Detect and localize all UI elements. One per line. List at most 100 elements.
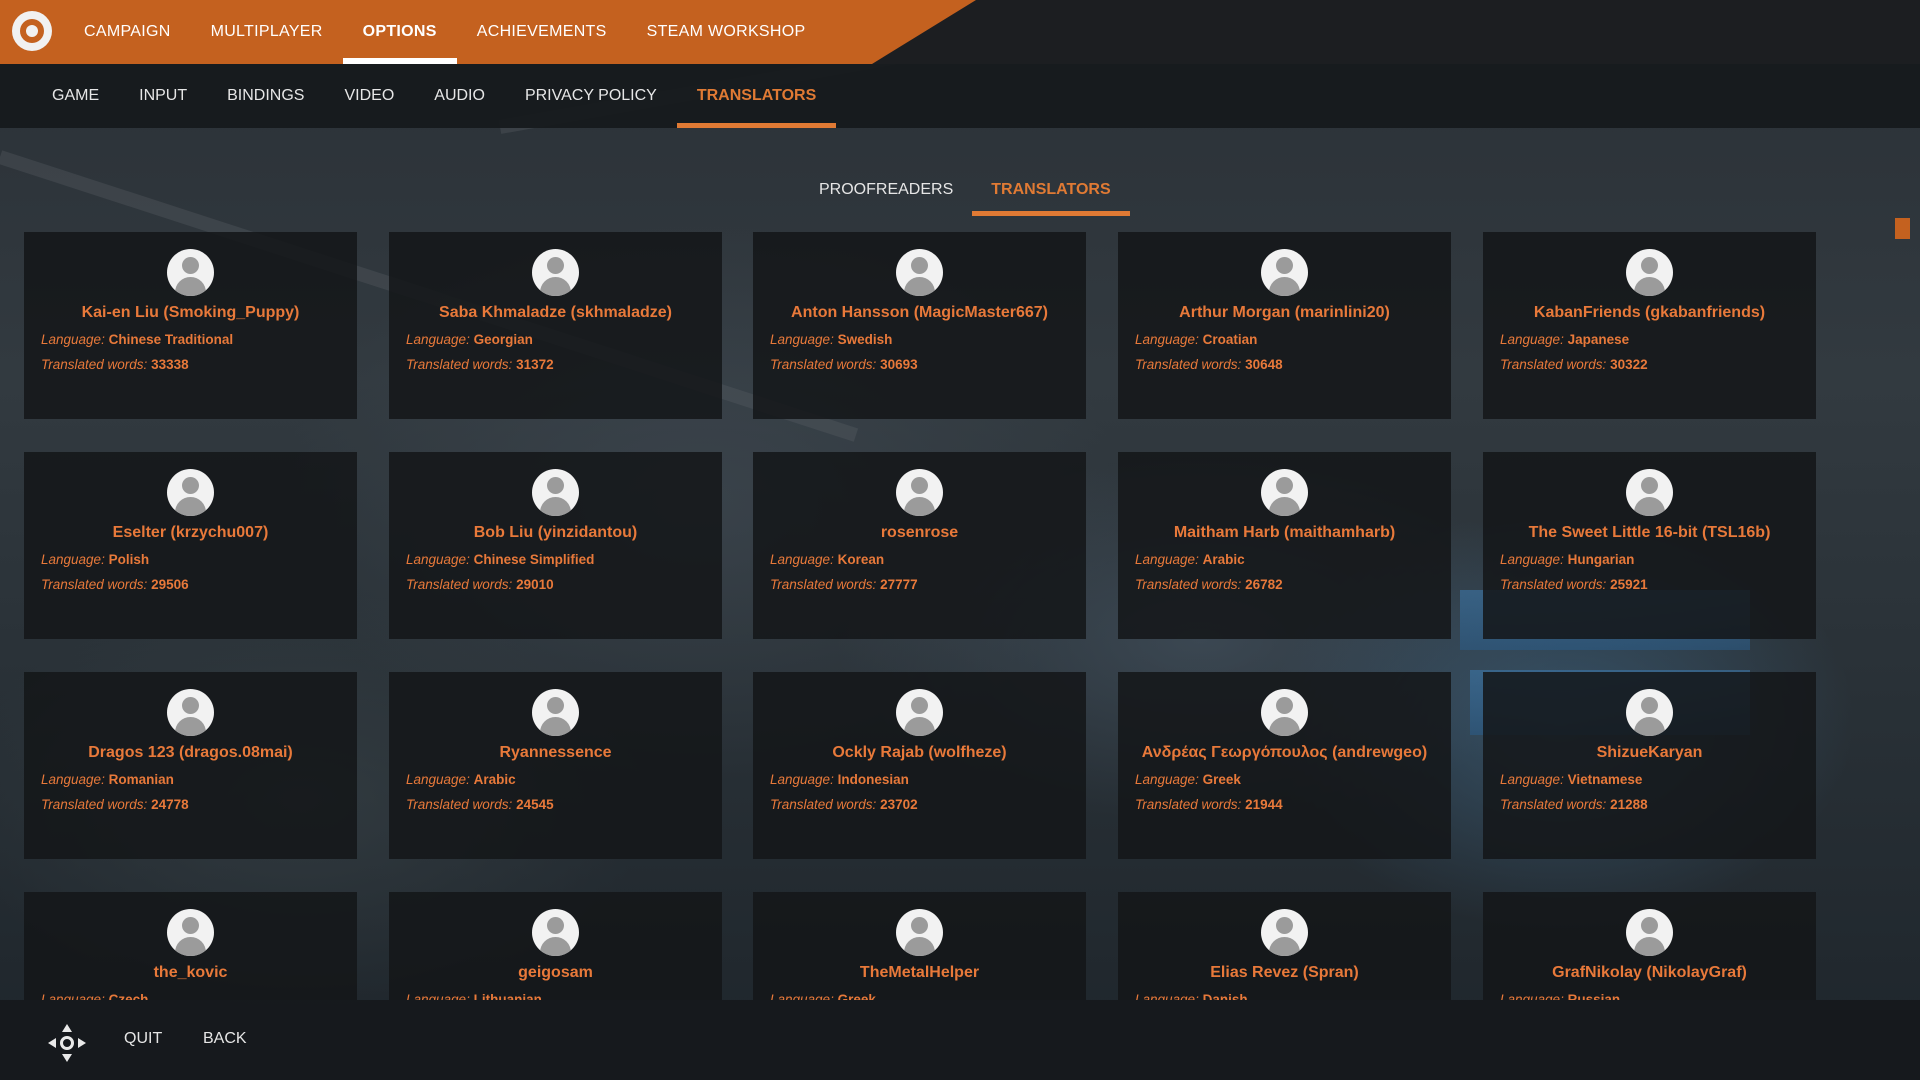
translator-word-count: 21288 [1610, 797, 1648, 812]
options-sub-nav-menu: GAME INPUT BINDINGS VIDEO AUDIO PRIVACY … [32, 64, 837, 128]
translator-name: Dragos 123 (dragos.08mai) [88, 744, 293, 761]
translator-language: Chinese Traditional [108, 332, 234, 347]
language-label: Language: [406, 992, 470, 1000]
translator-card[interactable]: GrafNikolay (NikolayGraf) Language: Russi… [1483, 892, 1816, 1000]
translator-language-line: Language: Polish [41, 552, 149, 567]
translated-words-label: Translated words: [1135, 797, 1242, 812]
translator-language-line: Language: Czech [41, 992, 148, 1000]
translator-card[interactable]: geigosam Language: Lithuanian [389, 892, 722, 1000]
translator-card[interactable]: rosenrose Language: Korean Translated word… [753, 452, 1086, 639]
translator-language: Danish [1202, 992, 1248, 1000]
translator-name: Eselter (krzychu007) [112, 524, 269, 541]
translated-words-label: Translated words: [770, 357, 877, 372]
translator-words-line: Translated words: 30322 [1500, 357, 1648, 372]
translator-words-line: Translated words: 24778 [41, 797, 189, 812]
translator-name: Kai-en Liu (Smoking_Puppy) [81, 304, 300, 321]
translator-language: Greek [837, 992, 876, 1000]
translator-card[interactable]: Maitham Harb (maithamharb) Language: Arab… [1118, 452, 1451, 639]
translator-card[interactable]: Bob Liu (yinzidantou) Language: Chinese S… [389, 452, 722, 639]
tab-input[interactable]: INPUT [119, 64, 207, 128]
tab-translators[interactable]: TRANSLATORS [676, 64, 837, 128]
top-nav-multiplayer[interactable]: MULTIPLAYER [191, 0, 343, 64]
translated-words-label: Translated words: [1135, 357, 1242, 372]
translated-words-label: Translated words: [406, 797, 513, 812]
bottom-action-bar: QUIT BACK [0, 1000, 1920, 1080]
translator-card[interactable]: Dragos 123 (dragos.08mai) Language: Roman… [24, 672, 357, 859]
translator-card[interactable]: Arthur Morgan (marinlini20) Language: Cro… [1118, 232, 1451, 419]
language-label: Language: [406, 772, 470, 787]
dpad-navigate-icon [48, 1024, 86, 1062]
options-sub-navigation-bar: GAME INPUT BINDINGS VIDEO AUDIO PRIVACY … [0, 64, 1920, 128]
translator-language: Croatian [1202, 332, 1258, 347]
translator-card[interactable]: Ockly Rajab (wolfheze) Language: Indonesi… [753, 672, 1086, 859]
translator-words-line: Translated words: 27777 [770, 577, 918, 592]
language-label: Language: [406, 552, 470, 567]
translator-language-line: Language: Greek [770, 992, 876, 1000]
translator-language-line: Language: Indonesian [770, 772, 909, 787]
translated-words-label: Translated words: [1500, 577, 1607, 592]
translator-language: Czech [108, 992, 149, 1000]
translator-card[interactable]: KabanFriends (gkabanfriends) Language: Ja… [1483, 232, 1816, 419]
language-label: Language: [1135, 332, 1199, 347]
translator-word-count: 24778 [151, 797, 189, 812]
user-avatar-icon [167, 249, 214, 296]
translator-language-line: Language: Arabic [406, 772, 516, 787]
user-avatar-icon [1626, 469, 1673, 516]
translator-name: the_kovic [153, 964, 228, 981]
translator-name: ShizueKaryan [1596, 744, 1703, 761]
translator-language-line: Language: Georgian [406, 332, 533, 347]
translated-words-label: Translated words: [1135, 577, 1242, 592]
user-avatar-icon [167, 689, 214, 736]
translator-language: Japanese [1567, 332, 1630, 347]
tab-proofreaders[interactable]: PROOFREADERS [800, 164, 972, 216]
translator-card[interactable]: Kai-en Liu (Smoking_Puppy) Language: Chin… [24, 232, 357, 419]
translator-word-count: 24545 [516, 797, 554, 812]
language-label: Language: [41, 332, 105, 347]
user-avatar-icon [1261, 909, 1308, 956]
tab-bindings[interactable]: BINDINGS [207, 64, 324, 128]
language-label: Language: [1135, 772, 1199, 787]
translator-language-line: Language: Romanian [41, 772, 174, 787]
language-label: Language: [1500, 552, 1564, 567]
user-avatar-icon [1261, 249, 1308, 296]
translator-card[interactable]: Ryannessence Language: Arabic Translated w… [389, 672, 722, 859]
top-nav-steam-workshop[interactable]: STEAM WORKSHOP [627, 0, 826, 64]
translator-language-line: Language: Greek [1135, 772, 1241, 787]
translator-words-line: Translated words: 25921 [1500, 577, 1648, 592]
translator-name: KabanFriends (gkabanfriends) [1533, 304, 1766, 321]
back-button[interactable]: BACK [203, 1030, 247, 1048]
user-avatar-icon [532, 909, 579, 956]
translator-name: rosenrose [880, 524, 959, 541]
translator-card[interactable]: ShizueKaryan Language: Vietnamese Translat… [1483, 672, 1816, 859]
tab-game[interactable]: GAME [32, 64, 119, 128]
top-nav-campaign[interactable]: CAMPAIGN [64, 0, 191, 64]
translator-word-count: 30322 [1610, 357, 1648, 372]
quit-button[interactable]: QUIT [124, 1030, 162, 1048]
game-logo-icon[interactable] [12, 11, 52, 51]
translator-card[interactable]: the_kovic Language: Czech [24, 892, 357, 1000]
translator-language-line: Language: Arabic [1135, 552, 1245, 567]
translator-card[interactable]: The Sweet Little 16-bit (TSL16b) Language… [1483, 452, 1816, 639]
translator-card[interactable]: Ανδρέας Γεωργόπουλος (andrewgeo) Language… [1118, 672, 1451, 859]
user-avatar-icon [532, 249, 579, 296]
language-label: Language: [770, 552, 834, 567]
translator-card[interactable]: Saba Khmaladze (skhmaladze) Language: Geo… [389, 232, 722, 419]
translator-language: Vietnamese [1567, 772, 1643, 787]
tab-video[interactable]: VIDEO [324, 64, 414, 128]
user-avatar-icon [532, 469, 579, 516]
translated-words-label: Translated words: [770, 797, 877, 812]
translator-card[interactable]: Eselter (krzychu007) Language: Polish Tran… [24, 452, 357, 639]
translator-name: Ryannessence [499, 744, 612, 761]
translator-card[interactable]: Anton Hansson (MagicMaster667) Language: … [753, 232, 1086, 419]
translator-language-line: Language: Chinese Traditional [41, 332, 233, 347]
top-nav-achievements[interactable]: ACHIEVEMENTS [457, 0, 627, 64]
translator-language: Greek [1202, 772, 1241, 787]
translator-card[interactable]: Elias Revez (Spran) Language: Danish [1118, 892, 1451, 1000]
translator-card[interactable]: TheMetalHelper Language: Greek [753, 892, 1086, 1000]
translated-words-label: Translated words: [406, 577, 513, 592]
tab-translators-list[interactable]: TRANSLATORS [972, 164, 1131, 216]
tab-audio[interactable]: AUDIO [414, 64, 505, 128]
top-nav-options[interactable]: OPTIONS [342, 0, 457, 64]
tab-privacy-policy[interactable]: PRIVACY POLICY [505, 64, 677, 128]
translator-language-line: Language: Croatian [1135, 332, 1257, 347]
